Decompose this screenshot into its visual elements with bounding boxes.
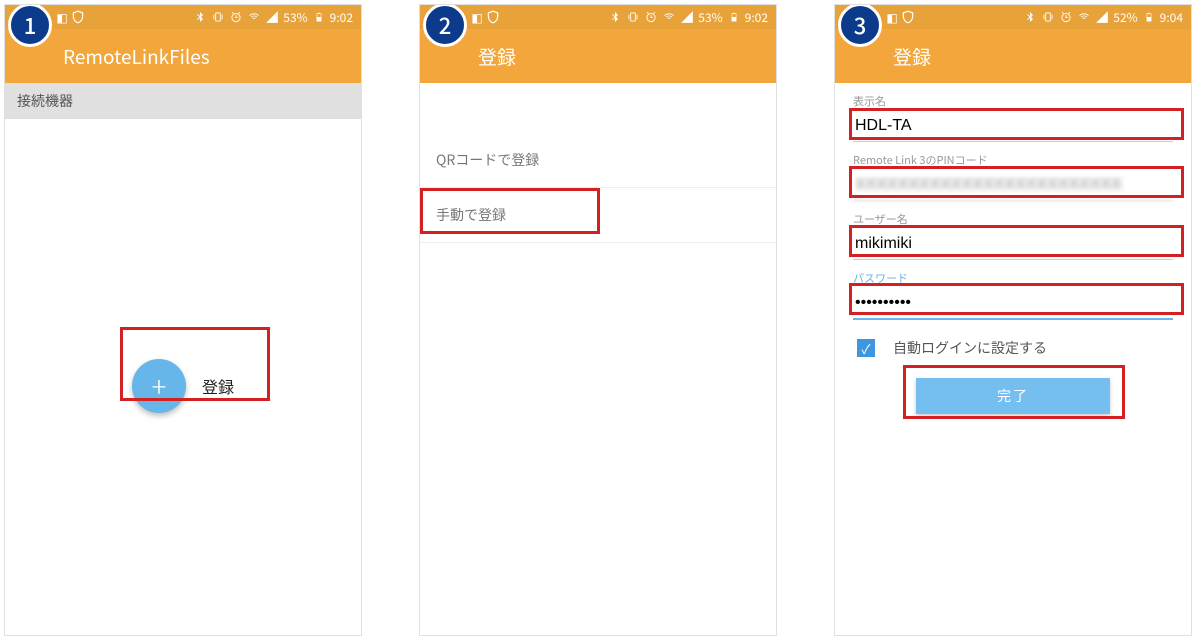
highlight-done — [903, 365, 1125, 419]
step-badge-3: 3 — [838, 4, 882, 47]
app-title: RemoteLinkFiles — [63, 43, 210, 70]
highlight-display-name — [849, 108, 1184, 140]
battery-text: 53% — [698, 9, 722, 26]
app-title: 登録 — [893, 43, 931, 70]
display-name-label: 表示名 — [853, 93, 1173, 109]
bluetooth-icon — [193, 10, 207, 24]
check-icon: ✓ — [862, 339, 871, 358]
wifi-sleep-icon — [247, 10, 261, 24]
screen-2: 2 ◧ 53% 9:02 登録 QRコードで登録 手動で登録 — [419, 4, 777, 636]
status-bar: ◧ 53% 9:02 — [420, 5, 776, 29]
signal-icon — [1095, 10, 1109, 24]
shield-icon — [71, 10, 85, 24]
autologin-label: 自動ログインに設定する — [893, 338, 1047, 358]
battery-text: 52% — [1113, 9, 1137, 26]
shield-icon — [901, 10, 915, 24]
wifi-sleep-icon — [1077, 10, 1091, 24]
section-header: 接続機器 — [5, 83, 361, 119]
step-badge-2: 2 — [423, 4, 467, 47]
vibrate-icon — [626, 10, 640, 24]
alarm-icon — [1059, 10, 1073, 24]
highlight-password — [849, 283, 1184, 315]
battery-text: 53% — [283, 9, 307, 26]
screen-3: 3 ◧ 52% 9:04 登録 表示名 Remote Link 3のPINコード… — [834, 4, 1192, 636]
signal-icon — [265, 10, 279, 24]
highlight-manual — [420, 188, 600, 234]
alarm-icon — [229, 10, 243, 24]
contact-icon: ◧ — [885, 10, 899, 24]
alarm-icon — [644, 10, 658, 24]
highlight-pin — [849, 166, 1184, 198]
contact-icon: ◧ — [470, 10, 484, 24]
battery-icon — [727, 10, 741, 24]
bluetooth-icon — [608, 10, 622, 24]
time-text: 9:02 — [330, 9, 353, 26]
step-badge-1: 1 — [8, 4, 52, 47]
wifi-sleep-icon — [662, 10, 676, 24]
app-title: 登録 — [478, 43, 516, 70]
highlight-username — [849, 225, 1184, 257]
status-bar: ◧ 53% 9:02 — [5, 5, 361, 29]
battery-icon — [1142, 10, 1156, 24]
app-bar: RemoteLinkFiles — [5, 29, 361, 83]
vibrate-icon — [1041, 10, 1055, 24]
contact-icon: ◧ — [55, 10, 69, 24]
time-text: 9:02 — [745, 9, 768, 26]
option-qr-register[interactable]: QRコードで登録 — [420, 133, 776, 188]
signal-icon — [680, 10, 694, 24]
bluetooth-icon — [1023, 10, 1037, 24]
shield-icon — [486, 10, 500, 24]
app-bar: 登録 — [420, 29, 776, 83]
time-text: 9:04 — [1160, 9, 1183, 26]
battery-icon — [312, 10, 326, 24]
app-bar: 登録 — [835, 29, 1191, 83]
highlight-register — [120, 327, 270, 401]
autologin-checkbox[interactable]: ✓ — [857, 339, 875, 357]
screen-1: 1 ◧ 53% 9:02 RemoteLinkFiles 接続機器 + 登録 — [4, 4, 362, 636]
status-bar: ◧ 52% 9:04 — [835, 5, 1191, 29]
vibrate-icon — [211, 10, 225, 24]
